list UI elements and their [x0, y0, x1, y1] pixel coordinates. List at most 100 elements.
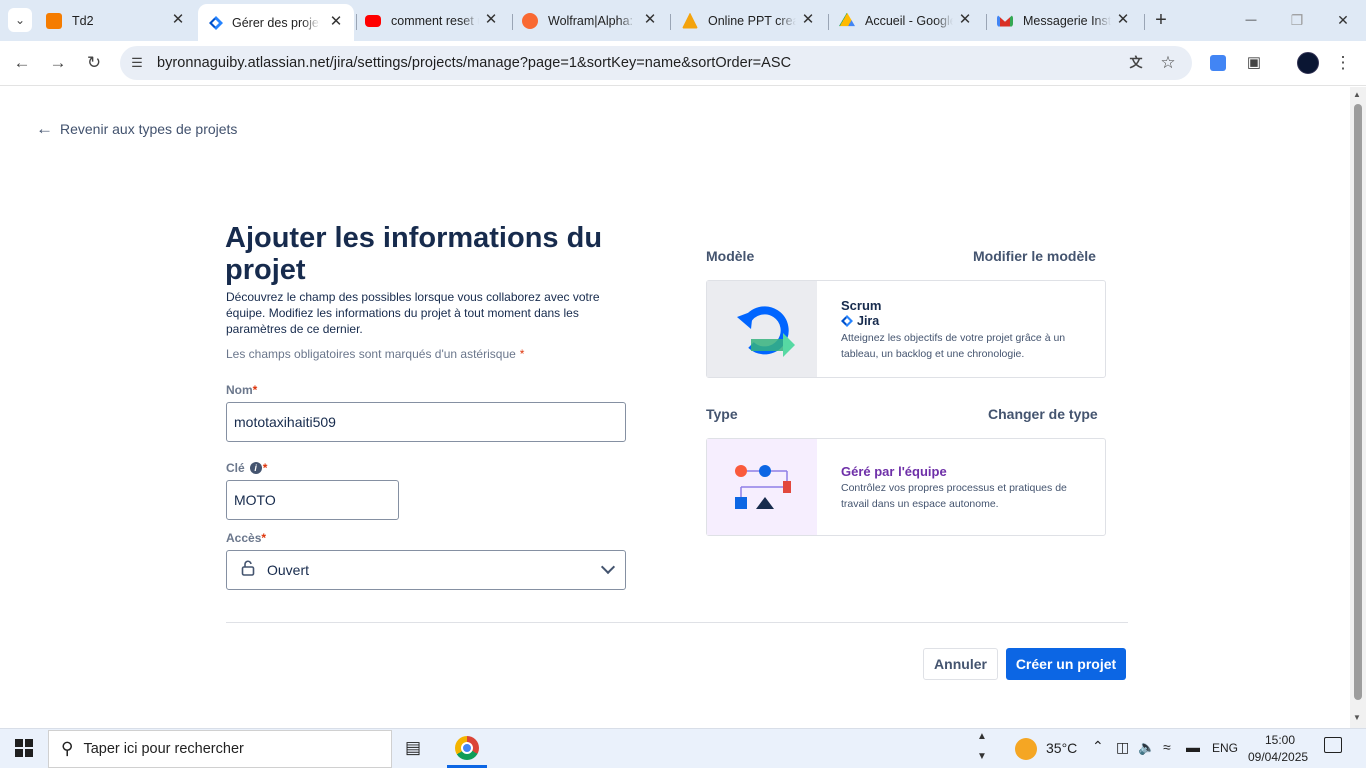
tab-gerer-projets[interactable]: Gérer des projets ✕: [198, 4, 354, 41]
required-asterisk: *: [261, 531, 267, 545]
tab-youtube[interactable]: comment reset un ✕: [365, 7, 499, 34]
close-tab-icon[interactable]: ✕: [328, 14, 344, 30]
close-tab-icon[interactable]: ✕: [483, 12, 499, 28]
access-select[interactable]: Ouvert: [226, 550, 626, 590]
jira-product-text: Jira: [857, 314, 880, 328]
profile-avatar[interactable]: [1296, 51, 1320, 75]
project-key-input[interactable]: MOTO: [226, 480, 399, 520]
footer-divider: [226, 622, 1128, 623]
tab-separator: [828, 14, 829, 30]
tab-separator: [670, 14, 671, 30]
tab-google-drive[interactable]: Accueil - Google ✕: [839, 7, 973, 34]
cancel-button[interactable]: Annuler: [923, 648, 998, 680]
clock-time[interactable]: 15:00: [1265, 733, 1295, 747]
tab-strip: ⌄ Td2 ✕ Gérer des projets ✕ comment rese…: [0, 0, 1366, 41]
close-window-button[interactable]: ✕: [1331, 8, 1355, 32]
tab-title: Accueil - Google: [865, 13, 953, 28]
tab-search-chevron-icon[interactable]: ⌄: [8, 8, 32, 32]
type-card-title: Géré par l'équipe: [841, 464, 947, 479]
bookmark-star-icon[interactable]: ☆: [1156, 51, 1180, 75]
required-note-text: Les champs obligatoires sont marqués d'u…: [226, 347, 516, 361]
gmail-icon: [997, 14, 1013, 27]
scrollbar-thumb[interactable]: [1354, 104, 1362, 700]
reload-icon[interactable]: ↻: [82, 51, 106, 75]
tab-title: Td2: [72, 13, 94, 28]
close-tab-icon[interactable]: ✕: [1115, 12, 1131, 28]
clock-date[interactable]: 09/04/2025: [1248, 750, 1308, 764]
type-card-description: Contrôlez vos propres processus et prati…: [841, 482, 1067, 510]
notifications-icon[interactable]: [1324, 737, 1342, 753]
back-to-project-types-link[interactable]: ← Revenir aux types de projets: [36, 119, 237, 139]
required-asterisk: *: [519, 347, 525, 361]
name-label: Nom*: [226, 383, 257, 397]
jira-icon: [209, 15, 223, 30]
required-asterisk: *: [262, 461, 268, 475]
taskbar-overflow-up-icon[interactable]: ▲: [977, 731, 987, 742]
required-asterisk: *: [252, 383, 258, 397]
taskbar-overflow-down-icon[interactable]: ▼: [977, 751, 987, 762]
restore-button[interactable]: ❐: [1285, 8, 1309, 32]
change-type-link[interactable]: Changer de type: [988, 406, 1098, 422]
temperature[interactable]: 35°C: [1046, 740, 1077, 756]
close-tab-icon[interactable]: ✕: [800, 12, 816, 28]
tab-wolfram[interactable]: Wolfram|Alpha: C ✕: [522, 7, 658, 34]
close-tab-icon[interactable]: ✕: [170, 12, 186, 28]
template-heading: Modèle: [706, 248, 755, 264]
wifi-icon[interactable]: ≈: [1163, 739, 1171, 755]
jira-icon: [841, 315, 853, 327]
chrome-taskbar-icon[interactable]: [447, 729, 487, 768]
browser-menu-icon[interactable]: ⋮: [1331, 51, 1355, 75]
tray-chevron-icon[interactable]: ⌃: [1092, 738, 1104, 755]
site-settings-icon[interactable]: ☰: [125, 51, 149, 75]
windows-taskbar: ⚲ Taper ici pour rechercher ▤ ▲ ▼ 35°C ⌃…: [0, 728, 1366, 768]
wolfram-icon: [522, 12, 538, 29]
tab-title: Wolfram|Alpha: C: [548, 13, 636, 28]
minimize-button[interactable]: —: [1239, 8, 1263, 32]
jira-product-label: Jira: [841, 314, 879, 328]
google-translate-extension-icon[interactable]: [1206, 51, 1230, 75]
arrow-left-icon: ←: [36, 119, 53, 138]
search-icon: ⚲: [61, 739, 74, 758]
name-label-text: Nom: [226, 383, 253, 397]
template-card[interactable]: Scrum Jira Atteignez les objectifs de vo…: [706, 280, 1106, 378]
youtube-icon: [365, 14, 381, 27]
battery-icon[interactable]: ▬: [1186, 739, 1200, 755]
taskbar-search-placeholder: Taper ici pour rechercher: [83, 741, 244, 757]
tab-separator: [512, 14, 513, 30]
project-name-input[interactable]: mototaxihaiti509: [226, 402, 626, 442]
scroll-up-arrow-icon[interactable]: ▲: [1353, 90, 1361, 99]
type-card[interactable]: Géré par l'équipe Contrôlez vos propres …: [706, 438, 1106, 536]
close-tab-icon[interactable]: ✕: [957, 12, 973, 28]
chevron-down-icon: [600, 559, 616, 575]
change-template-link[interactable]: Modifier le modèle: [973, 248, 1096, 264]
tab-gmail[interactable]: Messagerie Instit ✕: [997, 7, 1131, 34]
page-description: Découvrez le champ des possibles lorsque…: [226, 290, 600, 336]
weather-icon[interactable]: [1015, 738, 1037, 760]
required-fields-note: Les champs obligatoires sont marqués d'u…: [226, 347, 524, 361]
template-card-description: Atteignez les objectifs de votre projet …: [841, 332, 1066, 360]
tab-td2[interactable]: Td2 ✕: [46, 7, 186, 34]
key-label-text: Clé: [226, 461, 245, 475]
meet-now-icon[interactable]: ◫: [1116, 739, 1129, 756]
task-view-icon[interactable]: ▤: [405, 738, 421, 758]
scroll-down-arrow-icon[interactable]: ▼: [1353, 713, 1361, 722]
blogger-icon: [46, 12, 62, 29]
tab-title: comment reset un: [391, 13, 479, 28]
url-text[interactable]: byronnaguiby.atlassian.net/jira/settings…: [157, 55, 791, 71]
extensions-puzzle-icon[interactable]: ▣: [1242, 51, 1266, 75]
new-tab-button[interactable]: +: [1149, 8, 1173, 32]
back-arrow-icon[interactable]: ←: [10, 51, 34, 75]
close-tab-icon[interactable]: ✕: [642, 12, 658, 28]
tab-online-ppt[interactable]: Online PPT creat ✕: [682, 7, 816, 34]
access-value: Ouvert: [267, 562, 310, 578]
info-icon[interactable]: i: [249, 462, 262, 474]
create-project-button[interactable]: Créer un projet: [1006, 648, 1126, 680]
language-indicator[interactable]: ENG: [1212, 741, 1238, 755]
forward-arrow-icon[interactable]: →: [46, 51, 70, 75]
access-label: Accès*: [226, 531, 266, 545]
windows-start-icon[interactable]: [15, 739, 33, 757]
taskbar-search-box[interactable]: ⚲ Taper ici pour rechercher: [48, 730, 392, 768]
translate-icon[interactable]: 文: [1124, 51, 1148, 75]
page-content: [0, 87, 1350, 728]
volume-icon[interactable]: 🔈: [1138, 739, 1155, 756]
